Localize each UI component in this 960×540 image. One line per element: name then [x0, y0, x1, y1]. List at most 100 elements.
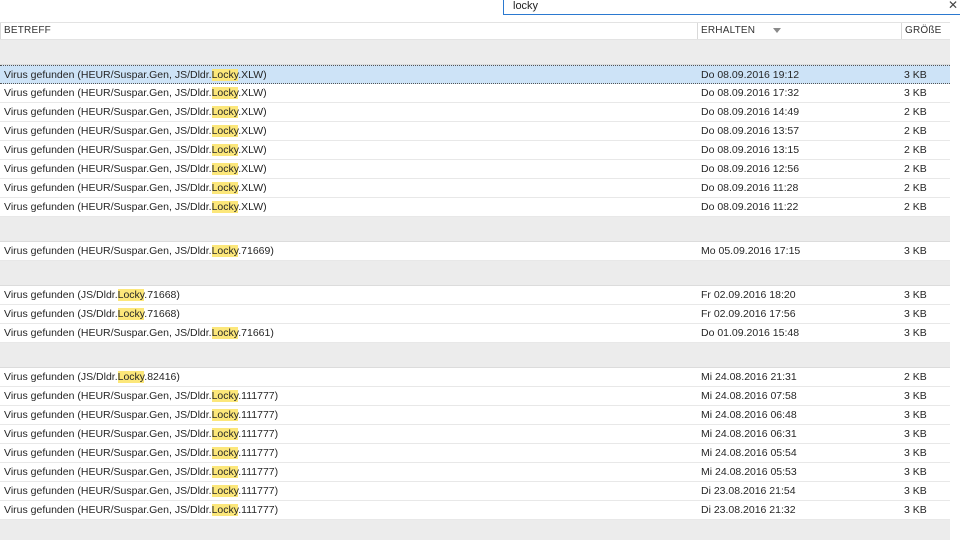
subject-suffix: .111777): [238, 390, 279, 402]
message-row[interactable]: Virus gefunden (HEUR/Suspar.Gen, JS/Dldr…: [0, 103, 950, 122]
message-subject: Virus gefunden (HEUR/Suspar.Gen, JS/Dldr…: [4, 122, 694, 140]
column-header-received[interactable]: ERHALTEN: [697, 23, 901, 39]
message-row[interactable]: Virus gefunden (HEUR/Suspar.Gen, JS/Dldr…: [0, 425, 950, 444]
message-size: 3 KB: [904, 245, 927, 257]
message-subject: Virus gefunden (HEUR/Suspar.Gen, JS/Dldr…: [4, 425, 694, 443]
message-size: 3 KB: [904, 308, 927, 320]
subject-suffix: .111777): [238, 485, 279, 497]
subject-suffix: .82416): [144, 371, 180, 383]
message-subject: Virus gefunden (HEUR/Suspar.Gen, JS/Dldr…: [4, 160, 694, 178]
message-size: 2 KB: [904, 125, 927, 137]
message-row[interactable]: Virus gefunden (HEUR/Suspar.Gen, JS/Dldr…: [0, 160, 950, 179]
subject-prefix: Virus gefunden (HEUR/Suspar.Gen, JS/Dldr…: [4, 390, 212, 402]
search-highlight: Locky: [211, 327, 239, 339]
sort-descending-icon[interactable]: [773, 28, 781, 33]
message-subject: Virus gefunden (JS/Dldr.Locky.82416): [4, 368, 694, 386]
message-row[interactable]: Virus gefunden (JS/Dldr.Locky.71668) Fr 0…: [0, 305, 950, 324]
search-area: ✕: [0, 0, 960, 22]
search-highlight: Locky: [211, 504, 239, 516]
search-highlight: Locky: [211, 163, 239, 175]
message-row[interactable]: Virus gefunden (HEUR/Suspar.Gen, JS/Dldr…: [0, 179, 950, 198]
message-size: 3 KB: [904, 485, 927, 497]
group-separator: [0, 217, 950, 242]
message-row[interactable]: Virus gefunden (JS/Dldr.Locky.82416) Mi 2…: [0, 368, 950, 387]
message-row[interactable]: Virus gefunden (HEUR/Suspar.Gen, JS/Dldr…: [0, 482, 950, 501]
subject-suffix: .XLW): [238, 69, 267, 81]
subject-suffix: .XLW): [238, 87, 267, 99]
search-highlight: Locky: [211, 201, 239, 213]
subject-prefix: Virus gefunden (HEUR/Suspar.Gen, JS/Dldr…: [4, 485, 212, 497]
column-header-subject[interactable]: BETREFF: [0, 23, 697, 39]
message-subject: Virus gefunden (HEUR/Suspar.Gen, JS/Dldr…: [4, 242, 694, 260]
subject-prefix: Virus gefunden (HEUR/Suspar.Gen, JS/Dldr…: [4, 125, 212, 137]
mail-search-results-window: ✕ BETREFF ERHALTEN GRÖßE Virus gefunden …: [0, 0, 960, 540]
subject-prefix: Virus gefunden (JS/Dldr.: [4, 289, 118, 301]
message-row[interactable]: Virus gefunden (HEUR/Suspar.Gen, JS/Dldr…: [0, 406, 950, 425]
subject-prefix: Virus gefunden (HEUR/Suspar.Gen, JS/Dldr…: [4, 504, 212, 516]
subject-prefix: Virus gefunden (HEUR/Suspar.Gen, JS/Dldr…: [4, 201, 212, 213]
subject-suffix: .111777): [238, 447, 279, 459]
message-size: 3 KB: [904, 390, 927, 402]
message-row[interactable]: Virus gefunden (HEUR/Suspar.Gen, JS/Dldr…: [0, 242, 950, 261]
message-list: Virus gefunden (HEUR/Suspar.Gen, JS/Dldr…: [0, 40, 950, 540]
message-received-date: Do 08.09.2016 17:32: [701, 87, 800, 99]
message-received-date: Do 01.09.2016 15:48: [701, 327, 800, 339]
message-subject: Virus gefunden (HEUR/Suspar.Gen, JS/Dldr…: [4, 198, 694, 216]
column-header-received-label: ERHALTEN: [701, 25, 756, 36]
search-highlight: Locky: [211, 106, 239, 118]
message-subject: Virus gefunden (HEUR/Suspar.Gen, JS/Dldr…: [4, 482, 694, 500]
message-received-date: Mi 24.08.2016 06:48: [701, 409, 797, 421]
message-subject: Virus gefunden (HEUR/Suspar.Gen, JS/Dldr…: [4, 501, 694, 519]
message-row[interactable]: Virus gefunden (HEUR/Suspar.Gen, JS/Dldr…: [0, 84, 950, 103]
column-header-size[interactable]: GRÖßE: [901, 23, 950, 39]
message-subject: Virus gefunden (HEUR/Suspar.Gen, JS/Dldr…: [4, 141, 694, 159]
message-row[interactable]: Virus gefunden (HEUR/Suspar.Gen, JS/Dldr…: [0, 463, 950, 482]
subject-prefix: Virus gefunden (HEUR/Suspar.Gen, JS/Dldr…: [4, 245, 212, 257]
message-size: 2 KB: [904, 182, 927, 194]
search-highlight: Locky: [211, 390, 239, 402]
subject-prefix: Virus gefunden (JS/Dldr.: [4, 308, 118, 320]
message-row[interactable]: Virus gefunden (JS/Dldr.Locky.71668) Fr 0…: [0, 286, 950, 305]
subject-prefix: Virus gefunden (JS/Dldr.: [4, 371, 118, 383]
message-subject: Virus gefunden (HEUR/Suspar.Gen, JS/Dldr…: [4, 84, 694, 102]
subject-prefix: Virus gefunden (HEUR/Suspar.Gen, JS/Dldr…: [4, 106, 212, 118]
search-box[interactable]: ✕: [503, 0, 960, 15]
search-highlight: Locky: [211, 69, 239, 81]
search-highlight: Locky: [211, 87, 239, 99]
message-size: 3 KB: [904, 87, 927, 99]
subject-prefix: Virus gefunden (HEUR/Suspar.Gen, JS/Dldr…: [4, 182, 212, 194]
message-row[interactable]: Virus gefunden (HEUR/Suspar.Gen, JS/Dldr…: [0, 444, 950, 463]
message-received-date: Mi 24.08.2016 21:31: [701, 371, 797, 383]
message-received-date: Mi 24.08.2016 07:58: [701, 390, 797, 402]
message-size: 2 KB: [904, 144, 927, 156]
subject-suffix: .111777): [238, 466, 279, 478]
subject-suffix: .XLW): [238, 144, 267, 156]
close-icon[interactable]: ✕: [948, 0, 958, 12]
message-received-date: Do 08.09.2016 19:12: [701, 69, 800, 81]
message-row[interactable]: Virus gefunden (HEUR/Suspar.Gen, JS/Dldr…: [0, 141, 950, 160]
list-end-area: [0, 520, 950, 540]
message-received-date: Do 08.09.2016 13:57: [701, 125, 800, 137]
subject-suffix: .XLW): [238, 163, 267, 175]
message-size: 3 KB: [904, 447, 927, 459]
message-row[interactable]: Virus gefunden (HEUR/Suspar.Gen, JS/Dldr…: [0, 324, 950, 343]
message-row[interactable]: Virus gefunden (HEUR/Suspar.Gen, JS/Dldr…: [0, 198, 950, 217]
search-input[interactable]: [513, 0, 933, 12]
search-highlight: Locky: [211, 125, 239, 137]
subject-suffix: .XLW): [238, 201, 267, 213]
search-highlight: Locky: [117, 289, 145, 301]
message-received-date: Mi 24.08.2016 05:54: [701, 447, 797, 459]
message-subject: Virus gefunden (HEUR/Suspar.Gen, JS/Dldr…: [4, 179, 694, 197]
message-received-date: Do 08.09.2016 14:49: [701, 106, 800, 118]
subject-prefix: Virus gefunden (HEUR/Suspar.Gen, JS/Dldr…: [4, 327, 212, 339]
search-highlight: Locky: [211, 409, 239, 421]
search-highlight: Locky: [211, 144, 239, 156]
message-row[interactable]: Virus gefunden (HEUR/Suspar.Gen, JS/Dldr…: [0, 501, 950, 520]
subject-suffix: .71668): [144, 289, 180, 301]
message-row[interactable]: Virus gefunden (HEUR/Suspar.Gen, JS/Dldr…: [0, 122, 950, 141]
subject-suffix: .111777): [238, 504, 279, 516]
group-separator: [0, 343, 950, 368]
search-highlight: Locky: [211, 485, 239, 497]
message-row[interactable]: Virus gefunden (HEUR/Suspar.Gen, JS/Dldr…: [0, 65, 950, 84]
message-row[interactable]: Virus gefunden (HEUR/Suspar.Gen, JS/Dldr…: [0, 387, 950, 406]
